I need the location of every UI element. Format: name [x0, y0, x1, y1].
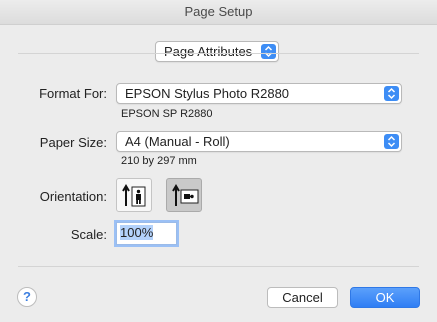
top-divider — [18, 53, 419, 54]
scale-value: 100% — [120, 225, 154, 240]
printer-model: EPSON SP R2880 — [121, 108, 213, 120]
landscape-orientation-button[interactable] — [166, 178, 202, 212]
format-for-label: Format For: — [39, 86, 107, 101]
cancel-button[interactable]: Cancel — [267, 287, 338, 308]
portrait-orientation-button[interactable] — [116, 178, 152, 212]
paper-dimensions: 210 by 297 mm — [121, 155, 197, 167]
scale-field[interactable]: 100% — [116, 222, 177, 245]
bottom-divider — [18, 266, 419, 267]
up-down-chevron-icon — [261, 44, 276, 59]
settings-popup-value: Page Attributes — [164, 44, 253, 59]
orientation-label: Orientation: — [39, 189, 107, 204]
scale-label: Scale: — [70, 227, 107, 242]
landscape-orientation-icon — [172, 184, 199, 206]
settings-popup[interactable]: Page Attributes — [155, 41, 279, 62]
up-down-chevron-icon — [384, 134, 399, 149]
paper-size-value: A4 (Manual - Roll) — [125, 134, 230, 149]
ok-button[interactable]: OK — [350, 287, 420, 308]
format-for-popup[interactable]: EPSON Stylus Photo R2880 — [116, 83, 402, 104]
format-for-value: EPSON Stylus Photo R2880 — [125, 86, 290, 101]
help-button[interactable]: ? — [17, 287, 37, 307]
paper-size-popup[interactable]: A4 (Manual - Roll) — [116, 131, 402, 152]
up-down-chevron-icon — [384, 86, 399, 101]
portrait-orientation-icon — [122, 184, 146, 207]
window-title: Page Setup — [0, 0, 437, 25]
paper-size-label: Paper Size: — [39, 135, 107, 150]
